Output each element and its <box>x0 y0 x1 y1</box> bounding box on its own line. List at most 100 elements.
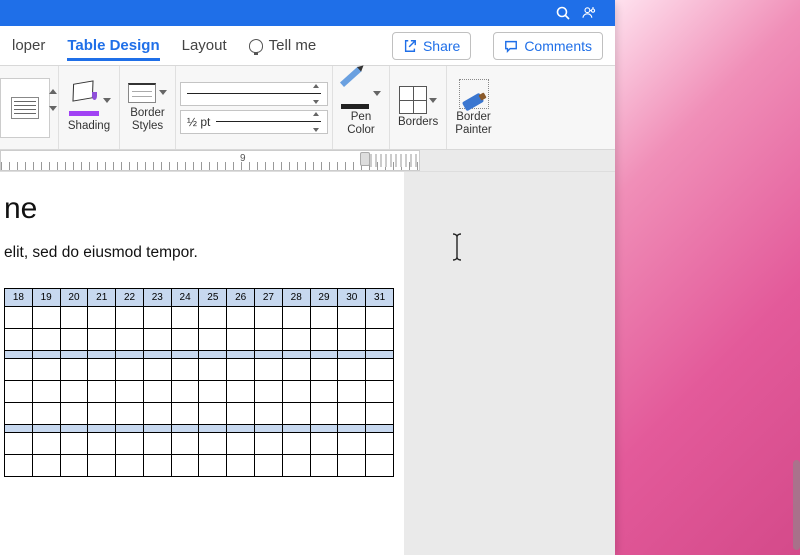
heading-fragment[interactable]: ne <box>4 192 394 226</box>
line-weight-selector[interactable]: ½ pt <box>180 110 328 134</box>
day-header-cell[interactable]: 26 <box>227 289 255 307</box>
tab-table-design[interactable]: Table Design <box>67 31 159 61</box>
table-cell[interactable] <box>310 455 338 477</box>
table-cell[interactable] <box>5 359 33 381</box>
table-row[interactable] <box>5 359 394 381</box>
table-cell[interactable] <box>88 329 116 351</box>
table-cell[interactable] <box>310 425 338 433</box>
horizontal-ruler[interactable]: 9 <box>0 150 615 172</box>
table-cell[interactable] <box>338 351 366 359</box>
day-header-cell[interactable]: 23 <box>143 289 171 307</box>
table-cell[interactable] <box>338 455 366 477</box>
table-cell[interactable] <box>338 359 366 381</box>
day-header-cell[interactable]: 28 <box>282 289 310 307</box>
table-cell[interactable] <box>199 351 227 359</box>
table-cell[interactable] <box>116 425 144 433</box>
table-cell[interactable] <box>255 351 283 359</box>
table-cell[interactable] <box>5 455 33 477</box>
table-cell[interactable] <box>199 455 227 477</box>
table-cell[interactable] <box>32 425 60 433</box>
table-cell[interactable] <box>171 351 199 359</box>
table-cell[interactable] <box>32 329 60 351</box>
table-cell[interactable] <box>255 425 283 433</box>
table-cell[interactable] <box>143 403 171 425</box>
day-header-cell[interactable]: 22 <box>116 289 144 307</box>
table-cell[interactable] <box>116 351 144 359</box>
table-cell[interactable] <box>88 425 116 433</box>
chevron-up-icon[interactable] <box>49 89 57 94</box>
table-cell[interactable] <box>199 359 227 381</box>
table-cell[interactable] <box>143 307 171 329</box>
table-cell[interactable] <box>255 455 283 477</box>
pen-color-dropdown[interactable] <box>373 91 381 96</box>
table-cell[interactable] <box>282 351 310 359</box>
day-header-cell[interactable]: 27 <box>255 289 283 307</box>
table-cell[interactable] <box>282 425 310 433</box>
table-cell[interactable] <box>171 307 199 329</box>
table-cell[interactable] <box>338 403 366 425</box>
table-cell[interactable] <box>282 329 310 351</box>
table-cell[interactable] <box>310 359 338 381</box>
table-cell[interactable] <box>32 307 60 329</box>
table-cell[interactable] <box>171 425 199 433</box>
table-row[interactable] <box>5 307 394 329</box>
table-cell[interactable] <box>60 351 88 359</box>
day-header-cell[interactable]: 25 <box>199 289 227 307</box>
table-cell[interactable] <box>116 433 144 455</box>
table-cell[interactable] <box>255 307 283 329</box>
borders-dropdown[interactable] <box>429 98 437 103</box>
table-cell[interactable] <box>227 403 255 425</box>
table-cell[interactable] <box>143 381 171 403</box>
table-cell[interactable] <box>88 403 116 425</box>
table-cell[interactable] <box>60 329 88 351</box>
table-cell[interactable] <box>199 433 227 455</box>
gallery-scroll[interactable] <box>49 89 59 111</box>
table-cell[interactable] <box>227 307 255 329</box>
shading-button[interactable] <box>67 82 101 116</box>
table-cell[interactable] <box>366 329 394 351</box>
table-cell[interactable] <box>116 359 144 381</box>
table-cell[interactable] <box>366 425 394 433</box>
table-cell[interactable] <box>32 403 60 425</box>
table-cell[interactable] <box>255 403 283 425</box>
table-cell[interactable] <box>255 359 283 381</box>
day-header-cell[interactable]: 21 <box>88 289 116 307</box>
table-cell[interactable] <box>60 403 88 425</box>
table-cell[interactable] <box>5 403 33 425</box>
table-cell[interactable] <box>5 329 33 351</box>
day-header-cell[interactable]: 20 <box>60 289 88 307</box>
tab-layout[interactable]: Layout <box>182 31 227 60</box>
line-style-selector[interactable] <box>180 82 328 106</box>
table-cell[interactable] <box>282 433 310 455</box>
table-cell[interactable] <box>5 433 33 455</box>
share-people-icon[interactable] <box>581 5 597 21</box>
table-cell[interactable] <box>88 351 116 359</box>
table-cell[interactable] <box>116 381 144 403</box>
table-cell[interactable] <box>199 307 227 329</box>
table-cell[interactable] <box>338 329 366 351</box>
table-cell[interactable] <box>227 425 255 433</box>
window-scrollbar-thumb[interactable] <box>793 460 800 550</box>
table-cell[interactable] <box>227 329 255 351</box>
table-cell[interactable] <box>227 381 255 403</box>
day-header-cell[interactable]: 29 <box>310 289 338 307</box>
table-cell[interactable] <box>282 403 310 425</box>
table-cell[interactable] <box>310 403 338 425</box>
table-cell[interactable] <box>116 455 144 477</box>
table-cell[interactable] <box>171 455 199 477</box>
table-cell[interactable] <box>88 359 116 381</box>
table-cell[interactable] <box>255 433 283 455</box>
table-cell[interactable] <box>310 433 338 455</box>
table-cell[interactable] <box>32 455 60 477</box>
day-header-cell[interactable]: 30 <box>338 289 366 307</box>
chevron-down-icon[interactable] <box>49 106 57 111</box>
table-cell[interactable] <box>366 381 394 403</box>
tell-me-search[interactable]: Tell me <box>249 37 317 54</box>
table-cell[interactable] <box>143 455 171 477</box>
table-cell[interactable] <box>282 381 310 403</box>
line-style-stepper[interactable] <box>313 84 325 104</box>
table-cell[interactable] <box>310 307 338 329</box>
table-cell[interactable] <box>116 403 144 425</box>
table-band-row[interactable] <box>5 425 394 433</box>
table-row[interactable] <box>5 433 394 455</box>
